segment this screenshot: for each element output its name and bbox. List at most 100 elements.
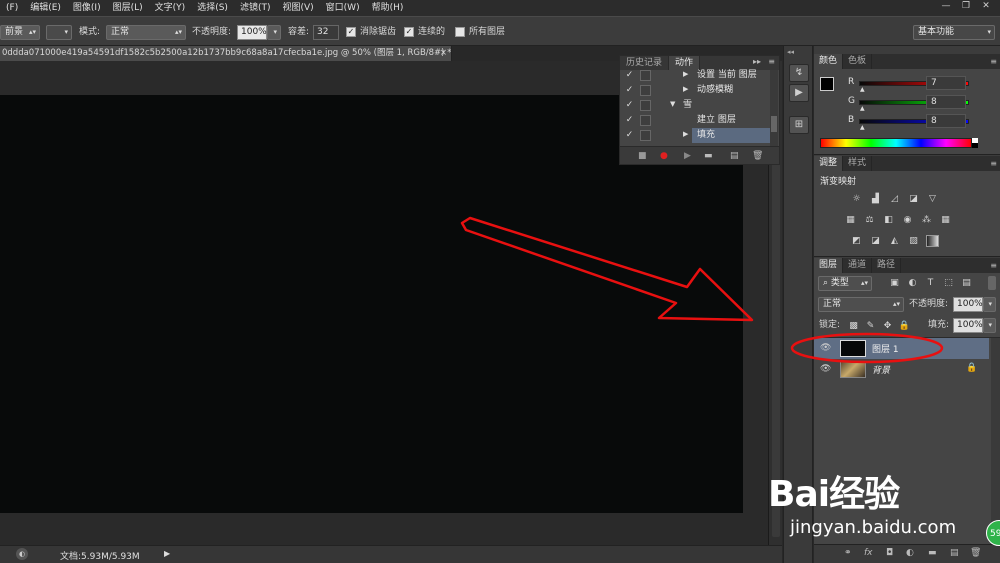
tab-layers[interactable]: 图层 bbox=[814, 258, 844, 273]
layer-row-background[interactable]: 👁 背景 🔒 bbox=[814, 359, 989, 380]
gradient-map-icon[interactable] bbox=[926, 235, 939, 247]
workspace-dropdown[interactable]: 基本功能 ▾ bbox=[913, 25, 995, 40]
menu-window[interactable]: 窗口(W) bbox=[320, 0, 366, 16]
menu-type[interactable]: 文字(Y) bbox=[149, 0, 192, 16]
scrollbar-thumb[interactable] bbox=[771, 116, 777, 132]
tolerance-field[interactable]: 32 bbox=[313, 25, 339, 40]
delete-icon[interactable]: 🗑 bbox=[752, 151, 763, 161]
stop-icon[interactable]: ■ bbox=[638, 151, 647, 161]
opacity-slider-toggle[interactable]: ▾ bbox=[267, 25, 281, 40]
document-tab[interactable]: 0ddda071000e419a54591df1582c5b2500a12b17… bbox=[0, 46, 452, 61]
layer-row-layer1[interactable]: 👁 图层 1 bbox=[814, 338, 989, 359]
collapse-triangle-icon[interactable]: ▼ bbox=[670, 100, 675, 108]
collapse-icon[interactable]: ▸▸ bbox=[753, 57, 761, 66]
expand-triangle-icon[interactable]: ▶ bbox=[683, 130, 688, 138]
properties-panel-icon[interactable]: ⊞ bbox=[789, 116, 809, 134]
menu-layer[interactable]: 图层(L) bbox=[107, 0, 149, 16]
collapse-dock-icon[interactable]: ◂◂ bbox=[787, 48, 794, 56]
add-mask-icon[interactable]: ◘ bbox=[886, 548, 893, 558]
link-layers-icon[interactable]: ⚭ bbox=[844, 548, 852, 558]
filter-pixel-icon[interactable]: ▣ bbox=[888, 277, 901, 289]
close-icon[interactable]: ✕ bbox=[976, 0, 996, 12]
panel-menu-icon[interactable]: ≡ bbox=[990, 258, 997, 273]
panel-menu-icon[interactable]: ≡ bbox=[768, 57, 775, 66]
layer-style-icon[interactable]: fx bbox=[864, 548, 873, 558]
menu-select[interactable]: 选择(S) bbox=[191, 0, 234, 16]
curves-icon[interactable]: ◿ bbox=[888, 193, 901, 205]
color-balance-icon[interactable]: ⚖ bbox=[863, 214, 876, 226]
new-adjustment-icon[interactable]: ◐ bbox=[906, 548, 914, 558]
dialog-toggle[interactable] bbox=[640, 85, 651, 96]
new-set-folder-icon[interactable]: ▬ bbox=[704, 151, 713, 161]
layer-name[interactable]: 背景 bbox=[872, 363, 890, 376]
opacity-field[interactable]: 100% bbox=[237, 25, 267, 40]
new-action-icon[interactable]: ▤ bbox=[730, 151, 739, 161]
blue-value-field[interactable]: 8 bbox=[926, 114, 966, 128]
tab-adjustments[interactable]: 调整 bbox=[814, 156, 844, 171]
slider-thumb-icon[interactable]: ▲ bbox=[860, 105, 865, 112]
selective-color-icon[interactable]: ▨ bbox=[907, 235, 920, 247]
dialog-toggle[interactable] bbox=[640, 70, 651, 81]
antialias-checkbox[interactable]: ✓ bbox=[346, 27, 356, 37]
action-row[interactable]: ✓ ▼ 雪 bbox=[620, 98, 770, 113]
green-value-field[interactable]: 8 bbox=[926, 95, 966, 109]
status-menu-arrow-icon[interactable]: ▶ bbox=[164, 549, 170, 558]
menu-image[interactable]: 图像(I) bbox=[67, 0, 107, 16]
filter-shape-icon[interactable]: ⬚ bbox=[942, 277, 955, 289]
menu-filter[interactable]: 滤镜(T) bbox=[234, 0, 277, 16]
tab-color[interactable]: 颜色 bbox=[814, 54, 844, 69]
check-icon[interactable]: ✓ bbox=[624, 115, 635, 126]
panel-menu-icon[interactable]: ≡ bbox=[990, 156, 997, 171]
close-tab-icon[interactable]: × bbox=[440, 46, 447, 61]
dialog-toggle[interactable] bbox=[640, 130, 651, 141]
layer-opacity-field[interactable]: 100% bbox=[953, 297, 983, 312]
pattern-picker[interactable]: ▾ bbox=[46, 25, 72, 40]
zoom-icon[interactable]: ◐ bbox=[16, 548, 28, 560]
all-layers-checkbox[interactable] bbox=[455, 27, 465, 37]
eye-icon[interactable]: 👁 bbox=[820, 364, 831, 374]
slider-thumb-icon[interactable]: ▲ bbox=[860, 86, 865, 93]
lock-all-icon[interactable]: 🔒 bbox=[898, 320, 911, 332]
action-row[interactable]: ✓ ▶ 填充 bbox=[620, 128, 770, 143]
minimize-icon[interactable]: — bbox=[936, 0, 956, 12]
menu-help[interactable]: 帮助(H) bbox=[366, 0, 410, 16]
dialog-toggle[interactable] bbox=[640, 115, 651, 126]
black-white-icon[interactable]: ◧ bbox=[882, 214, 895, 226]
lock-brush-icon[interactable]: ✎ bbox=[864, 320, 877, 332]
slider-thumb-icon[interactable]: ▲ bbox=[860, 124, 865, 131]
tab-paths[interactable]: 路径 bbox=[872, 258, 902, 273]
blend-mode-dropdown[interactable]: 正常 ▴▾ bbox=[818, 297, 904, 312]
brightness-contrast-icon[interactable]: ☼ bbox=[850, 193, 863, 205]
lock-transparent-icon[interactable]: ▩ bbox=[847, 320, 860, 332]
expand-triangle-icon[interactable]: ▶ bbox=[683, 85, 688, 93]
play-icon[interactable]: ▶ bbox=[684, 151, 691, 161]
expand-triangle-icon[interactable]: ▶ bbox=[683, 70, 688, 78]
actions-panel-icon[interactable]: ▶ bbox=[789, 84, 809, 102]
photo-filter-icon[interactable]: ◉ bbox=[901, 214, 914, 226]
tab-swatches[interactable]: 色板 bbox=[843, 54, 873, 69]
restore-icon[interactable]: ❐ bbox=[956, 0, 976, 12]
menu-file[interactable]: (F) bbox=[0, 0, 24, 16]
vibrance-icon[interactable]: ▽ bbox=[926, 193, 939, 205]
exposure-icon[interactable]: ◪ bbox=[907, 193, 920, 205]
channel-mixer-icon[interactable]: ⁂ bbox=[920, 214, 933, 226]
black-white-ramp[interactable] bbox=[972, 138, 978, 148]
check-icon[interactable]: ✓ bbox=[624, 130, 635, 141]
layer-opacity-slider-toggle[interactable]: ▾ bbox=[983, 297, 996, 312]
menu-view[interactable]: 视图(V) bbox=[276, 0, 319, 16]
filter-adjustment-icon[interactable]: ◐ bbox=[906, 277, 919, 289]
filter-toggle-switch[interactable] bbox=[988, 276, 996, 290]
check-icon[interactable]: ✓ bbox=[624, 85, 635, 96]
tab-channels[interactable]: 通道 bbox=[843, 258, 873, 273]
layer-fill-slider-toggle[interactable]: ▾ bbox=[983, 318, 996, 333]
check-icon[interactable]: ✓ bbox=[624, 100, 635, 111]
new-group-icon[interactable]: ▬ bbox=[928, 548, 937, 558]
invert-icon[interactable]: ◩ bbox=[850, 235, 863, 247]
lock-position-icon[interactable]: ✥ bbox=[881, 320, 894, 332]
eye-icon[interactable]: 👁 bbox=[820, 343, 831, 353]
threshold-icon[interactable]: ◭ bbox=[888, 235, 901, 247]
filter-smart-object-icon[interactable]: ▤ bbox=[960, 277, 973, 289]
contiguous-checkbox[interactable]: ✓ bbox=[404, 27, 414, 37]
layer-filter-dropdown[interactable]: ⌕ 类型 ▴▾ bbox=[818, 276, 872, 291]
history-panel-icon[interactable]: ↯ bbox=[789, 64, 809, 82]
